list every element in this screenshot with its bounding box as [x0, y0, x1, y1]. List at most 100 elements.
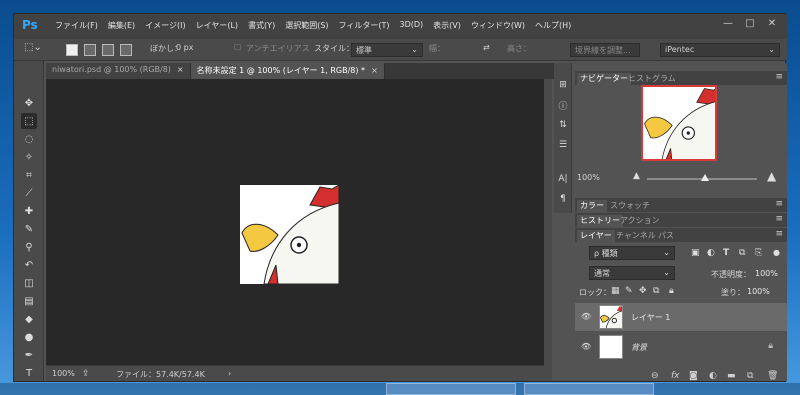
gradient-tool-icon[interactable]: ▤ — [21, 293, 37, 309]
menu-select[interactable]: 選択範囲(S) — [280, 20, 333, 31]
taskbar-window-button[interactable] — [386, 383, 516, 395]
tab-paths[interactable]: パス — [655, 230, 677, 241]
history-brush-icon[interactable]: ↶ — [21, 257, 37, 273]
menu-edit[interactable]: 編集(E) — [103, 20, 140, 31]
feather-input[interactable]: 0 px — [176, 43, 193, 52]
menu-3d[interactable]: 3D(D) — [395, 20, 429, 31]
document-canvas[interactable] — [240, 185, 339, 284]
properties-icon[interactable]: ⊞ — [557, 79, 569, 91]
info-icon[interactable]: ⓘ — [557, 99, 569, 112]
tab-navigator[interactable]: ナビゲーター — [577, 73, 631, 85]
mask-icon[interactable]: ◙ — [689, 371, 698, 381]
opacity-value[interactable]: 100% — [755, 269, 778, 278]
stamp-tool-icon[interactable]: ⚲ — [21, 239, 37, 255]
crop-tool-icon[interactable]: ⌗ — [21, 167, 37, 183]
dodge-tool-icon[interactable]: ● — [21, 329, 37, 345]
panel-menu-icon[interactable]: ≡ — [775, 214, 783, 224]
sliders-icon[interactable]: ☰ — [557, 139, 569, 151]
menu-image[interactable]: イメージ(I) — [140, 20, 190, 31]
menu-view[interactable]: 表示(V) — [428, 20, 466, 31]
zoom-out-icon[interactable]: ▲ — [633, 171, 640, 181]
tab-color[interactable]: カラー — [577, 200, 607, 212]
tab-untitled[interactable]: 名称未設定 1 @ 100% (レイヤー 1, RGB/8) * × — [190, 63, 385, 79]
type-tool-icon[interactable]: T — [21, 365, 37, 381]
menu-filter[interactable]: フィルター(T) — [334, 20, 395, 31]
panel-menu-icon[interactable]: ≡ — [775, 229, 783, 239]
adjustment-filter-icon[interactable]: ◐ — [707, 248, 715, 258]
lasso-tool-icon[interactable]: ◌ — [21, 131, 37, 147]
navigator-thumbnail[interactable] — [641, 85, 717, 161]
tab-layers[interactable]: レイヤー — [577, 230, 615, 242]
paragraph-icon[interactable]: ¶ — [557, 193, 569, 205]
magic-wand-icon[interactable]: ✧ — [21, 149, 37, 165]
status-menu-arrow[interactable]: › — [228, 369, 231, 378]
menu-file[interactable]: ファイル(F) — [50, 20, 103, 31]
brush-tool-icon[interactable]: ✎ — [21, 221, 37, 237]
zoom-in-icon[interactable]: ▲ — [767, 169, 776, 183]
link-icon[interactable]: ⊖ — [651, 371, 659, 381]
visibility-eye-icon[interactable]: 👁︎ — [581, 342, 591, 351]
type-filter-icon[interactable]: T — [723, 248, 729, 258]
layer-kind-filter[interactable]: ρ 種類 ⌄ — [589, 246, 675, 260]
pixel-filter-icon[interactable]: ▣ — [691, 248, 700, 258]
blur-tool-icon[interactable]: ◆ — [21, 311, 37, 327]
vertical-scrollbar[interactable] — [544, 79, 552, 381]
layer-name[interactable]: レイヤー 1 — [631, 312, 670, 323]
eyedropper-icon[interactable]: ⟋ — [21, 185, 37, 201]
add-selection-icon[interactable] — [84, 44, 96, 56]
workspace-select[interactable]: iPentec ⌄ — [660, 43, 780, 57]
pen-tool-icon[interactable]: ✒ — [21, 347, 37, 363]
navigator-zoom-value[interactable]: 100% — [577, 173, 600, 182]
canvas-area[interactable] — [46, 79, 544, 365]
panel-menu-icon[interactable]: ≡ — [775, 72, 783, 82]
layer-row-background[interactable]: 👁︎ 背景 🔒︎ — [575, 333, 787, 361]
new-selection-icon[interactable] — [66, 44, 78, 56]
tab-channels[interactable]: チャンネル — [613, 230, 659, 241]
shape-filter-icon[interactable]: ⧉ — [739, 248, 745, 258]
menu-help[interactable]: ヘルプ(H) — [530, 20, 576, 31]
fill-value[interactable]: 100% — [747, 287, 770, 296]
tab-actions[interactable]: アクション — [617, 215, 663, 226]
subtract-selection-icon[interactable] — [102, 44, 114, 56]
tab-swatches[interactable]: スウォッチ — [607, 200, 653, 211]
close-button[interactable]: ✕ — [761, 16, 783, 31]
blend-mode-select[interactable]: 通常 ⌄ — [589, 266, 675, 280]
menu-type[interactable]: 書式(Y) — [243, 20, 280, 31]
folder-icon[interactable]: ▬ — [727, 371, 736, 381]
character-icon[interactable]: A| — [557, 173, 569, 185]
lock-transparent-icon[interactable]: ▦ — [611, 286, 620, 296]
adjustments-icon[interactable]: ⇅ — [557, 119, 569, 131]
taskbar-window-button[interactable] — [524, 383, 654, 395]
visibility-eye-icon[interactable]: 👁︎ — [581, 312, 591, 321]
menu-window[interactable]: ウィンドウ(W) — [466, 20, 530, 31]
tab-histogram[interactable]: ヒストグラム — [625, 73, 679, 84]
intersect-selection-icon[interactable] — [120, 44, 132, 56]
export-icon[interactable]: ⇪ — [82, 369, 90, 379]
eraser-tool-icon[interactable]: ◫ — [21, 275, 37, 291]
swap-icon[interactable]: ⇄ — [483, 43, 490, 52]
tab-niwatori[interactable]: niwatori.psd @ 100% (RGB/8) × — [46, 63, 191, 79]
fx-icon[interactable]: fx — [671, 371, 680, 381]
zoom-level[interactable]: 100% — [52, 369, 75, 378]
maximize-button[interactable]: □ — [739, 16, 761, 31]
lock-artboard-icon[interactable]: ⧉ — [653, 286, 659, 296]
zoom-slider-knob[interactable] — [701, 174, 709, 181]
style-select[interactable]: 標準 ⌄ — [351, 43, 423, 57]
adjustment-icon[interactable]: ◐ — [709, 371, 717, 381]
new-layer-icon[interactable]: ⧉ — [747, 371, 753, 381]
smart-object-filter-icon[interactable]: ⎘ — [755, 248, 762, 258]
lock-all-icon[interactable]: 🔒︎ — [669, 286, 674, 296]
antialias-checkbox[interactable]: ☐ — [234, 43, 241, 52]
healing-brush-icon[interactable]: ✚ — [21, 203, 37, 219]
panel-menu-icon[interactable]: ≡ — [775, 199, 783, 209]
menu-layer[interactable]: レイヤー(L) — [191, 20, 243, 31]
filter-toggle-icon[interactable]: ● — [773, 248, 780, 257]
move-tool-icon[interactable]: ✥ — [21, 95, 37, 111]
layer-name[interactable]: 背景 — [631, 342, 647, 353]
marquee-preset-icon[interactable]: ⬚⌄ — [24, 42, 42, 53]
lock-position-icon[interactable]: ✥ — [639, 286, 647, 296]
trash-icon[interactable]: 🗑︎ — [767, 371, 778, 381]
layer-row-layer1[interactable]: 👁︎ レイヤー 1 — [575, 303, 787, 331]
close-icon[interactable]: × — [371, 66, 378, 75]
marquee-tool-icon[interactable]: ⬚ — [21, 113, 37, 129]
